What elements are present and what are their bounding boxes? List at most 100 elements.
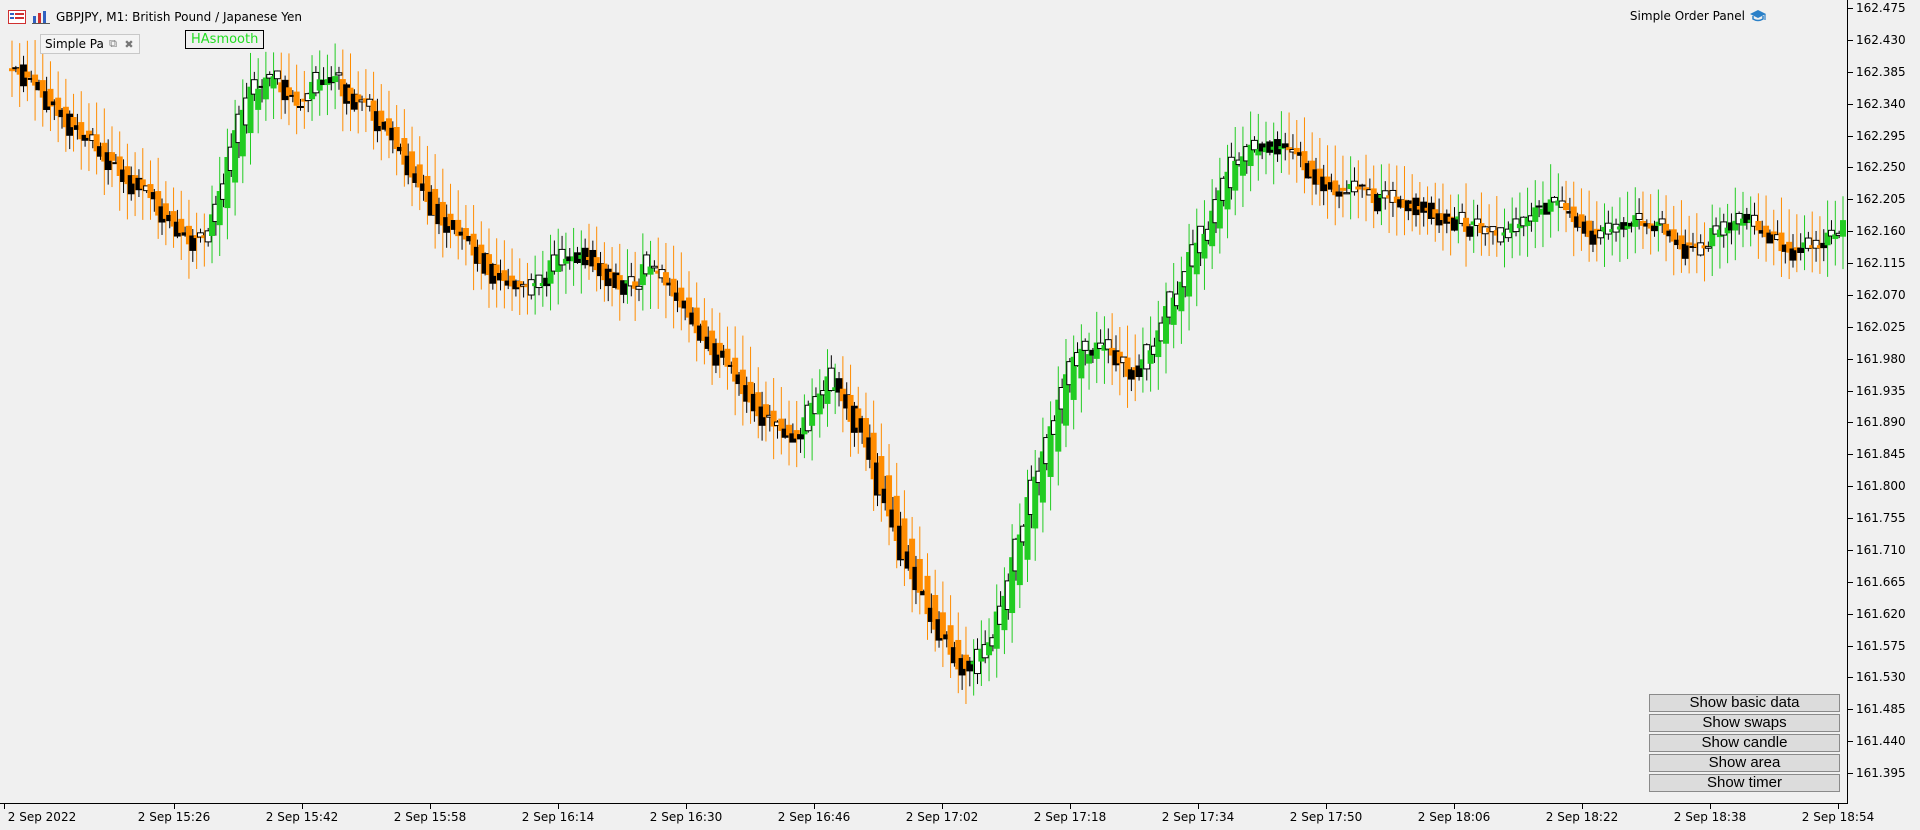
time-tick (174, 804, 175, 809)
graduation-cap-icon[interactable] (1749, 9, 1767, 23)
price-axis[interactable]: 162.475 162.430 162.385 162.340 162.295 162.2… (1848, 0, 1920, 830)
candle-body (1658, 218, 1666, 225)
ha-bar (1339, 187, 1346, 191)
ha-bar (1840, 220, 1846, 237)
price-tick-label: 161.620 (1856, 606, 1906, 621)
ha-bar (1232, 160, 1239, 191)
candle-body (189, 235, 197, 251)
time-tick (558, 804, 559, 809)
candle-body (1281, 143, 1289, 148)
time-tick (1198, 804, 1199, 809)
price-tick (1848, 486, 1853, 488)
time-tick (1710, 804, 1711, 809)
ha-bar (262, 77, 269, 100)
time-tick-label: 2 Sep 15:58 (393, 810, 467, 824)
price-chart[interactable] (0, 0, 1847, 803)
time-tick-label: 2 Sep 18:22 (1545, 810, 1619, 824)
candle-body (1635, 212, 1643, 220)
price-tick (1848, 549, 1853, 551)
price-tick-label: 162.160 (1856, 224, 1906, 239)
time-tick-label: 2 Sep 17:02 (905, 810, 979, 824)
ha-bar (816, 393, 823, 415)
time-axis[interactable]: 2 Sep 2022 2 Sep 15:26 2 Sep 15:42 2 Sep 15… (0, 804, 1874, 830)
time-tick (1838, 804, 1839, 809)
ha-bar (24, 71, 31, 78)
show-basic-data-button[interactable]: Show basic data (1649, 694, 1840, 712)
candle-body (1420, 201, 1428, 213)
price-tick (1848, 294, 1853, 296)
candle-body (1597, 230, 1605, 239)
time-tick (942, 804, 943, 809)
price-tick (1848, 8, 1853, 9)
ha-bar (1686, 242, 1693, 246)
show-candle-button[interactable]: Show candle (1649, 734, 1840, 752)
time-tick-label: 2 Sep 15:42 (265, 810, 339, 824)
price-tick-label: 162.070 (1856, 287, 1906, 302)
ha-bar (1755, 220, 1762, 231)
time-tick-label: 2 Sep 18:06 (1417, 810, 1491, 824)
ha-bar (178, 218, 185, 233)
price-tick (1848, 71, 1853, 73)
candle-body (1127, 369, 1135, 380)
time-tick (1582, 804, 1583, 809)
order-panel-label: Simple Order Panel (1629, 9, 1745, 23)
candle-body (1250, 139, 1258, 151)
time-tick-label: 2 Sep 16:46 (777, 810, 851, 824)
chart-area[interactable]: GBPJPY, M1: British Pound / Japanese Yen… (0, 0, 1848, 804)
price-tick (1848, 135, 1853, 137)
time-tick-label: 2 Sep 17:34 (1161, 810, 1235, 824)
show-timer-button[interactable]: Show timer (1649, 774, 1840, 792)
ha-bar (255, 88, 262, 110)
candle-body (1797, 247, 1805, 253)
mini-panel[interactable]: Simple Pa ⧉ ✖ (40, 34, 140, 54)
order-panel[interactable]: Simple Order Panel (1630, 9, 1767, 23)
symbol-title: GBPJPY, M1: British Pound / Japanese Yen (56, 10, 302, 24)
chart-icon[interactable] (32, 10, 50, 24)
indicator-label[interactable]: HAsmooth (185, 30, 265, 49)
price-tick (1848, 199, 1853, 201)
candle-body (1681, 244, 1689, 259)
price-tick (1848, 263, 1853, 264)
price-tick (1848, 518, 1853, 519)
ha-bar (1532, 207, 1539, 222)
price-tick (1848, 231, 1853, 233)
ha-bar (501, 270, 508, 282)
price-tick-label: 162.115 (1856, 256, 1906, 270)
price-tick-label: 162.025 (1856, 319, 1906, 334)
time-tick-label: 2 Sep 16:14 (521, 810, 595, 824)
time-tick (302, 804, 303, 809)
time-tick-label: 2 Sep 17:18 (1033, 810, 1107, 824)
price-tick-label: 162.205 (1856, 192, 1906, 207)
ha-bar (916, 558, 923, 593)
price-tick (1848, 709, 1853, 711)
close-icon[interactable]: ✖ (121, 38, 137, 51)
list-icon[interactable] (8, 10, 26, 24)
time-tick-label: 2 Sep 18:38 (1673, 810, 1747, 824)
price-tick (1848, 613, 1853, 615)
candle-body (797, 434, 805, 440)
ha-bar (939, 612, 946, 639)
candle-body (1651, 225, 1659, 232)
symbol-bar: GBPJPY, M1: British Pound / Japanese Yen (8, 8, 302, 26)
price-tick-label: 161.665 (1856, 574, 1906, 589)
candle-body (581, 247, 589, 266)
time-tick-label: 2 Sep 17:50 (1289, 810, 1363, 824)
candle-body (1704, 246, 1712, 249)
ha-bar (1032, 476, 1039, 529)
candle-body (527, 279, 535, 296)
restore-icon[interactable]: ⧉ (105, 37, 121, 51)
candle-body (1604, 222, 1612, 235)
candle-body (1343, 192, 1351, 195)
price-tick (1848, 167, 1853, 169)
ha-bar (293, 91, 300, 106)
mini-panel-label: Simple Pa (45, 37, 104, 51)
show-swaps-button[interactable]: Show swaps (1649, 714, 1840, 732)
ha-bar (109, 152, 116, 161)
show-area-button[interactable]: Show area (1649, 754, 1840, 772)
ha-bar (1563, 203, 1570, 211)
price-tick (1848, 741, 1853, 743)
time-tick-label: 2 Sep 18:54 (1801, 810, 1875, 824)
candle-body (1466, 226, 1474, 237)
price-tick (1848, 390, 1853, 392)
candle-body (1697, 242, 1705, 256)
